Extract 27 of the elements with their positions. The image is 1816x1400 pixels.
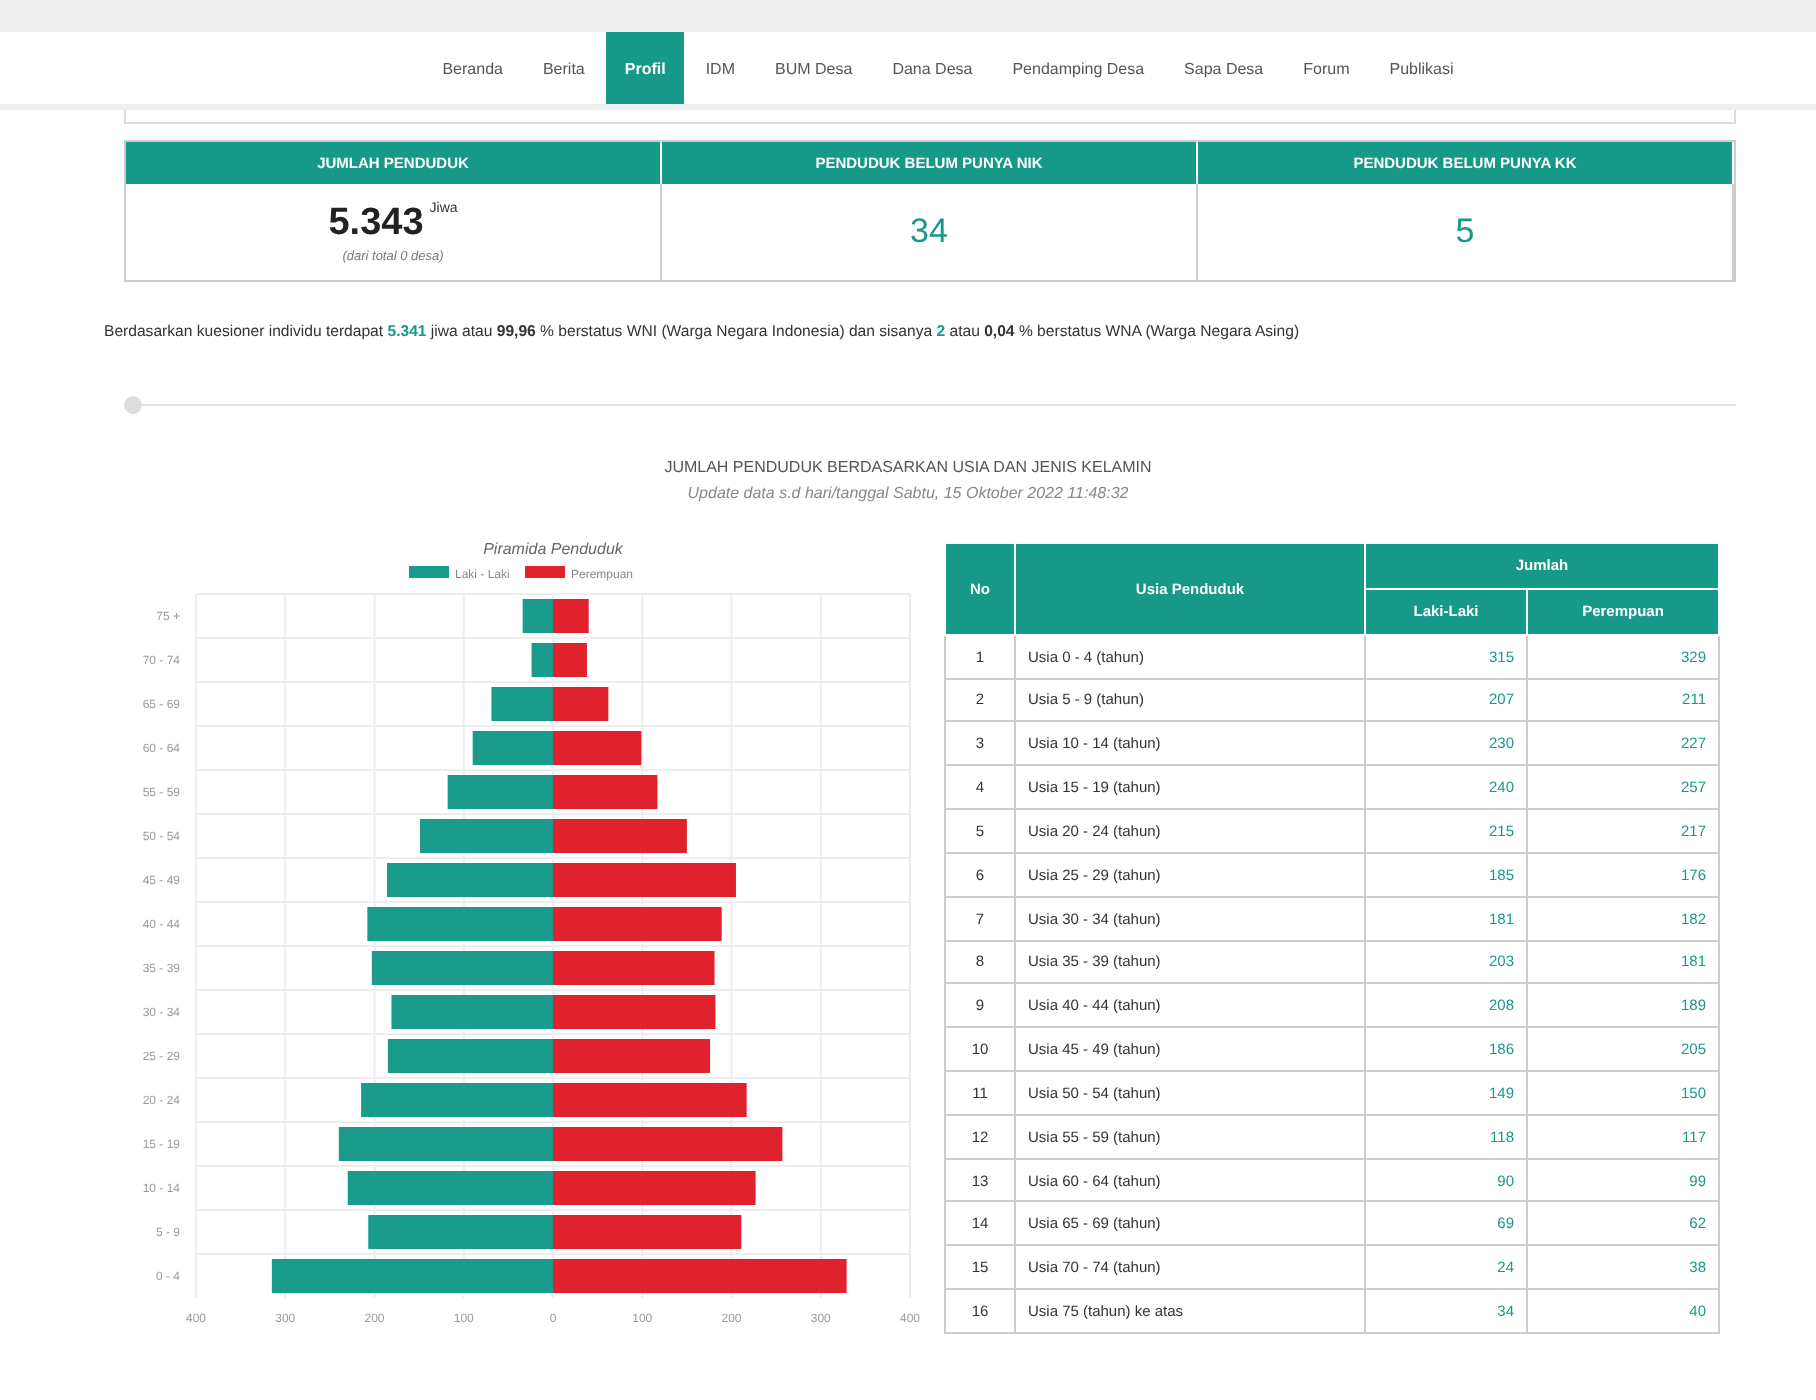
chart-bar (491, 687, 553, 721)
chart-bar (553, 775, 658, 809)
nav-tab[interactable]: Profil (606, 32, 684, 104)
nav-tab[interactable]: Sapa Desa (1166, 32, 1282, 104)
nav-tab[interactable]: Beranda (424, 32, 521, 104)
nav-tab[interactable]: Publikasi (1371, 32, 1472, 104)
slider-handle[interactable] (124, 396, 142, 414)
chart-bar (553, 599, 589, 633)
chart-bar (472, 731, 553, 765)
stat-value: 5.343 (328, 201, 424, 243)
nav-tab[interactable]: Pendamping Desa (994, 32, 1163, 104)
stat-value: 5 (1455, 212, 1475, 252)
chart-bar (553, 731, 642, 765)
chart-bar (420, 819, 553, 853)
chart-bar (447, 775, 553, 809)
chart-bar (553, 687, 609, 721)
stat-value: 34 (910, 212, 948, 252)
nav-tab[interactable]: Forum (1285, 32, 1368, 104)
section-title: JUMLAH PENDUDUK BERDASARKAN USIA DAN JENIS KELAMIN (662, 458, 1154, 476)
chart-bar (522, 599, 553, 633)
nav-tab[interactable]: BUM Desa (757, 32, 871, 104)
nav-tab[interactable]: Dana Desa (874, 32, 991, 104)
nav-tab[interactable]: IDM (687, 32, 753, 104)
section-subtitle: Update data s.d hari/tanggal Sabtu, 15 Oktober 2022 11:48:32 (685, 484, 1131, 502)
nav-tab[interactable]: Berita (524, 32, 603, 104)
chart-title: Piramida Penduduk (483, 540, 623, 558)
chart-bar (553, 819, 687, 853)
